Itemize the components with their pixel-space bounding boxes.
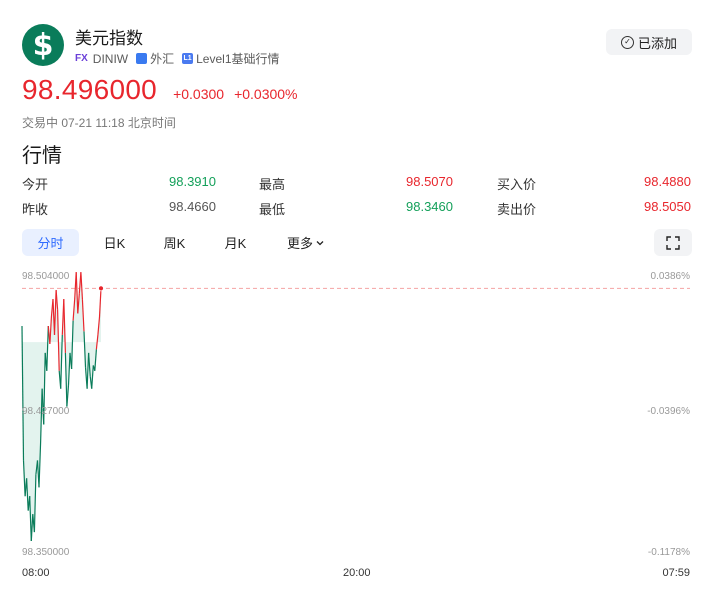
quote-grid: 今开 98.3910 最高 98.5070 买入价 98.4880 昨收 98.… — [22, 171, 692, 221]
price-line-segment — [95, 334, 99, 350]
axis-right-mid: -0.0396% — [647, 406, 690, 417]
quote-label-high: 最高 — [259, 177, 286, 192]
time-label-mid: 20:00 — [343, 567, 371, 579]
fullscreen-icon — [666, 235, 680, 250]
axis-right-top: 0.0386% — [650, 271, 690, 282]
price-row: 98.496000 +0.0300 +0.0300% — [22, 74, 298, 106]
chart-square-icon — [136, 53, 148, 64]
tab-intraday[interactable]: 分时 — [22, 229, 79, 256]
quote-value-bid: 98.4880 — [644, 174, 691, 189]
quote-label-low: 最低 — [259, 202, 286, 217]
price-line-segment — [83, 331, 87, 368]
price-change: +0.0300 — [173, 86, 225, 102]
period-tabs: 分时 日K 周K 月K 更多 — [22, 229, 692, 257]
level-label[interactable]: Level1基础行情 — [196, 50, 279, 67]
price-line-segment — [63, 299, 66, 353]
chevron-down-icon — [316, 240, 324, 245]
section-title: 行情 — [22, 145, 62, 167]
instrument-code: DINIW — [92, 51, 129, 66]
quote-label-bid: 买入价 — [497, 177, 537, 192]
exchange-badge: FX — [75, 53, 88, 64]
chart-svg — [21, 272, 690, 542]
axis-left-mid: 98.427000 — [22, 406, 70, 417]
check-circle-icon: ✓ — [620, 35, 634, 49]
last-price: 98.496000 — [22, 74, 158, 105]
last-price-marker — [98, 285, 104, 292]
trading-status: 交易中 07-21 11:18 北京时间 — [22, 116, 176, 130]
quote-label-ask: 卖出价 — [497, 202, 537, 217]
price-line-segment — [71, 320, 74, 370]
quote-value-open: 98.3910 — [169, 174, 216, 189]
quote-value-ask: 98.5050 — [644, 199, 691, 214]
tab-daily-k[interactable]: 日K — [86, 229, 143, 256]
price-change-pct: +0.0300% — [234, 86, 298, 102]
quote-label-open: 今开 — [22, 177, 49, 192]
price-line-segment — [46, 325, 49, 371]
quote-value-prev-close: 98.4660 — [169, 199, 216, 214]
axis-left-bottom: 98.350000 — [22, 547, 70, 558]
level-badge-icon: L1 — [182, 53, 194, 64]
axis-left-top: 98.504000 — [22, 271, 70, 282]
quote-label-prev-close: 昨收 — [22, 202, 49, 217]
added-watchlist-button[interactable]: ✓ 已添加 — [606, 29, 692, 55]
instrument-title: 美元指数 — [75, 29, 143, 48]
tab-more-label: 更多 — [286, 236, 313, 251]
quote-value-high: 98.5070 — [406, 174, 453, 189]
fullscreen-button[interactable] — [654, 229, 692, 256]
tab-weekly-k[interactable]: 周K — [146, 229, 203, 256]
axis-right-bottom: -0.1178% — [647, 547, 690, 558]
instrument-meta: FX DINIW 外汇 L1 Level1基础行情 — [75, 50, 280, 67]
added-button-label: 已添加 — [637, 35, 677, 51]
category-label[interactable]: 外汇 — [150, 50, 174, 67]
time-label-end: 07:59 — [662, 567, 690, 579]
quote-value-low: 98.3460 — [406, 199, 453, 214]
dollar-logo-icon: $ — [22, 24, 64, 66]
tab-monthly-k[interactable]: 月K — [207, 229, 264, 256]
time-label-start: 08:00 — [22, 567, 50, 579]
intraday-chart[interactable]: 98.504000 98.427000 98.350000 0.0386% -0… — [0, 262, 707, 582]
price-line-segment — [57, 309, 60, 371]
header: $ 美元指数 FX DINIW 外汇 L1 Level1基础行情 ✓ 已添加 — [22, 20, 692, 70]
tab-more[interactable]: 更多 — [276, 229, 336, 256]
